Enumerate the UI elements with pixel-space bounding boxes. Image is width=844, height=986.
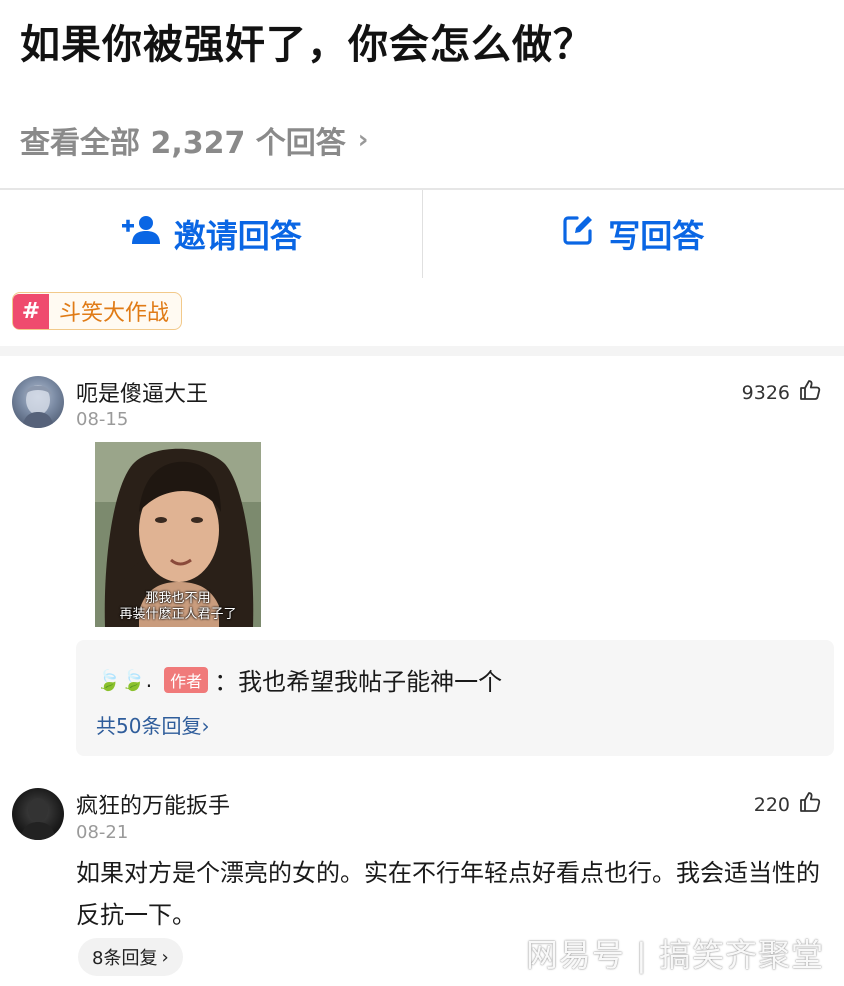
section-divider [0, 346, 844, 356]
topic-tag[interactable]: # 斗笑大作战 [12, 292, 183, 330]
answer-text: 如果对方是个漂亮的女的。实在不行年轻点好看点也行。我会适当性的反抗一下。 [76, 859, 820, 929]
avatar[interactable] [12, 376, 64, 428]
chevron-right-icon: › [161, 946, 169, 968]
replies-label: 8条回复 [92, 948, 158, 969]
topic-label: 斗笑大作战 [59, 301, 170, 326]
avatar[interactable] [12, 788, 64, 840]
leaf-icon: 🍃🍃. [96, 667, 153, 692]
like-button[interactable]: 9326 [742, 378, 822, 407]
hash-icon: # [13, 293, 49, 329]
reply-count-label: 共50条回复 [96, 714, 202, 738]
post-date: 08-15 [76, 409, 129, 430]
view-all-label: 查看全部 2,327 个回答 [20, 126, 346, 161]
like-count: 9326 [741, 381, 790, 404]
username[interactable]: 疯狂的万能扳手 [76, 788, 230, 820]
write-answer-button[interactable]: 写回答 [423, 190, 844, 278]
chevron-right-icon: › [357, 125, 369, 155]
thumbs-up-icon [798, 378, 822, 407]
view-all-answers-link[interactable]: 查看全部 2,327 个回答 › [20, 118, 369, 162]
question-title: 如果你被强奸了，你会怎么做？ [20, 22, 594, 68]
answer-image[interactable]: 那我也不用 再装什麼正人君子了 [95, 442, 261, 627]
watermark: 网易号 | 搞笑齐聚堂 [525, 936, 824, 974]
image-subtitle-line2: 再装什麼正人君子了 [119, 607, 237, 622]
post-date: 08-21 [76, 822, 129, 843]
replies-button[interactable]: 8条回复 › [78, 938, 183, 976]
reply-text: ：我也希望我帖子能神一个 [214, 668, 503, 696]
reply-line: 🍃🍃. 作者 ：我也希望我帖子能神一个 [96, 662, 502, 697]
add-person-icon [120, 214, 160, 254]
action-bar: 邀请回答 写回答 [0, 190, 844, 278]
write-answer-label: 写回答 [608, 217, 705, 255]
like-button[interactable]: 220 [754, 790, 822, 819]
reply-preview[interactable]: 🍃🍃. 作者 ：我也希望我帖子能神一个 共50条回复› [76, 640, 834, 756]
invite-answer-button[interactable]: 邀请回答 [0, 190, 422, 278]
chevron-right-icon: › [201, 714, 210, 738]
image-subtitle-line1: 那我也不用 [145, 591, 211, 606]
username[interactable]: 呃是傻逼大王 [76, 376, 208, 408]
reply-count-link[interactable]: 共50条回复› [96, 710, 209, 739]
invite-answer-label: 邀请回答 [173, 217, 302, 255]
edit-icon [562, 214, 594, 254]
like-count: 220 [753, 793, 790, 816]
author-badge: 作者 [164, 666, 209, 693]
thumbs-up-icon [798, 790, 822, 819]
